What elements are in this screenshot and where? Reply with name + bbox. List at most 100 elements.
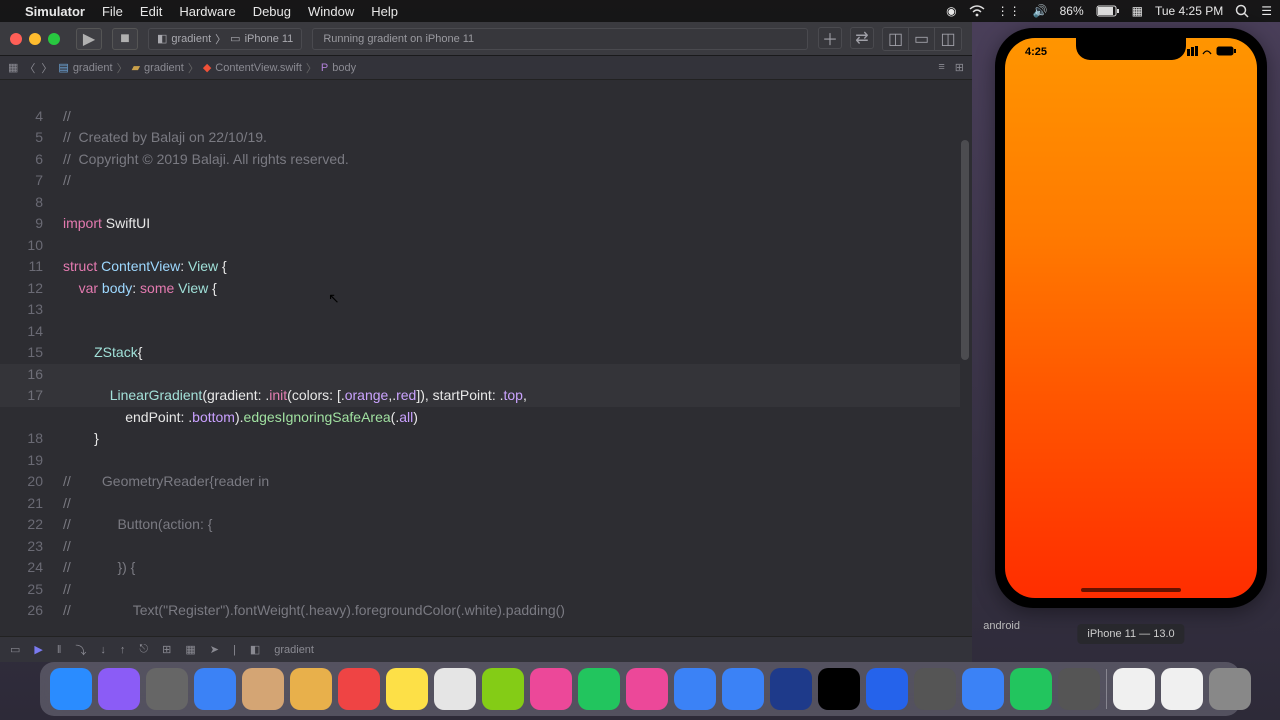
menu-hardware[interactable]: Hardware (179, 4, 235, 19)
toggle-inspector-button[interactable]: ◫ (935, 28, 961, 50)
folder-icon: ▰ (132, 61, 140, 74)
debug-bar: ▭ ▶ ‖ ⤵ ↓ ↑ ⎋ ⊞ ▦ ➤ | ◧ gradient (0, 636, 972, 662)
dock-app-11[interactable] (578, 668, 620, 710)
calendar-menu-icon[interactable]: ▦ (1132, 4, 1143, 18)
dock-app-6[interactable] (338, 668, 380, 710)
dock-app-13[interactable] (674, 668, 716, 710)
editor-options-icon[interactable]: ≡ (938, 61, 944, 74)
crumb-project[interactable]: gradient (73, 62, 113, 74)
step-over-icon[interactable]: ⤵ (75, 642, 86, 658)
menu-debug[interactable]: Debug (253, 4, 291, 19)
debug-target-label: gradient (274, 644, 314, 656)
forward-button[interactable]: 〉 (41, 60, 52, 76)
dock-stack-0[interactable] (1113, 668, 1155, 710)
dock-app-4[interactable] (242, 668, 284, 710)
line-gutter: 4567891011121314151617181920212223242526 (0, 80, 55, 636)
panel-toggle-group: ◫ ▭ ◫ (882, 27, 962, 51)
zoom-icon[interactable] (48, 33, 60, 45)
code-review-button[interactable]: ⇄ (850, 27, 874, 49)
dock-app-20[interactable] (1010, 668, 1052, 710)
scheme-device-label: iPhone 11 (245, 33, 294, 45)
crumb-file[interactable]: ContentView.swift (215, 62, 302, 74)
dock-app-12[interactable] (626, 668, 668, 710)
step-in-icon[interactable]: ↓ (100, 644, 106, 656)
dock-app-18[interactable] (914, 668, 956, 710)
dock-app-17[interactable] (866, 668, 908, 710)
dock-app-1[interactable] (98, 668, 140, 710)
dock[interactable] (40, 662, 1240, 716)
simulator-window[interactable]: 4:25 iPhone 11 — 13.0 (988, 28, 1274, 656)
record-icon[interactable]: ◉ (946, 4, 956, 18)
scheme-app-label: gradient (171, 33, 211, 45)
project-icon: ▤ (58, 61, 68, 74)
vertical-scrollbar[interactable] (961, 140, 969, 360)
menu-clock[interactable]: Tue 4:25 PM (1155, 4, 1223, 18)
pause-icon[interactable]: ‖ (57, 644, 62, 656)
macos-menubar: Simulator File Edit Hardware Debug Windo… (0, 0, 1280, 22)
menu-edit[interactable]: Edit (140, 4, 162, 19)
debug-location-icon[interactable]: ➤ (210, 643, 219, 656)
sim-status-bar: 4:25 (1005, 46, 1257, 58)
stop-button[interactable]: ■ (112, 28, 138, 50)
menu-file[interactable]: File (102, 4, 123, 19)
control-center-icon[interactable]: ☰ (1261, 4, 1272, 18)
dock-app-7[interactable] (386, 668, 428, 710)
dock-app-16[interactable] (818, 668, 860, 710)
add-editor-button[interactable]: ＋ (818, 27, 842, 49)
home-indicator[interactable] (1081, 588, 1181, 592)
app-menu[interactable]: Simulator (25, 4, 85, 19)
dock-stack-1[interactable] (1161, 668, 1203, 710)
dock-app-8[interactable] (434, 668, 476, 710)
crumb-symbol[interactable]: body (332, 62, 356, 74)
menu-window[interactable]: Window (308, 4, 354, 19)
dock-app-5[interactable] (290, 668, 332, 710)
toggle-debug-button[interactable]: ▭ (909, 28, 935, 50)
continue-icon[interactable]: ▶ (34, 643, 42, 656)
window-controls[interactable] (10, 33, 60, 45)
dock-app-9[interactable] (482, 668, 524, 710)
close-icon[interactable] (10, 33, 22, 45)
related-items-icon[interactable]: ▦ (8, 61, 18, 74)
spotlight-icon[interactable] (1235, 4, 1249, 18)
menu-help[interactable]: Help (371, 4, 398, 19)
dock-app-3[interactable] (194, 668, 236, 710)
dock-app-14[interactable] (722, 668, 764, 710)
status-text: Running gradient on iPhone 11 (323, 33, 474, 45)
dock-stack-2[interactable] (1209, 668, 1251, 710)
minimize-icon[interactable] (29, 33, 41, 45)
target-icon: ◧ (250, 643, 260, 656)
activity-status: Running gradient on iPhone 11 (312, 28, 808, 50)
crumb-folder[interactable]: gradient (144, 62, 184, 74)
dock-app-21[interactable] (1058, 668, 1100, 710)
toggle-navigator-button[interactable]: ◫ (883, 28, 909, 50)
dock-app-0[interactable] (50, 668, 92, 710)
wifi-icon[interactable] (969, 5, 985, 17)
run-button[interactable]: ▶ (76, 28, 102, 50)
simulator-device-label: iPhone 11 — 13.0 (1077, 624, 1184, 644)
jump-bar[interactable]: ▦ 〈 〉 ▤ gradient 〉 ▰ gradient 〉 ◆ Conten… (0, 56, 972, 80)
spacer-icon: ⋮⋮ (997, 4, 1021, 18)
dock-app-10[interactable] (530, 668, 572, 710)
sim-status-icons (1187, 46, 1237, 58)
iphone-frame: 4:25 iPhone 11 — 13.0 (995, 28, 1267, 608)
swift-file-icon: ◆ (203, 61, 211, 74)
debug-memory-icon[interactable]: ⊞ (162, 643, 171, 656)
back-button[interactable]: 〈 (24, 60, 35, 76)
debug-view-icon[interactable]: ⎋ (139, 643, 148, 656)
debug-ui-icon[interactable]: ▦ (185, 643, 195, 656)
property-icon: P (321, 62, 328, 74)
add-editor-icon[interactable]: ⊞ (955, 61, 964, 74)
breadcrumb[interactable]: ▤ gradient 〉 ▰ gradient 〉 ◆ ContentView.… (58, 60, 356, 76)
simulator-screen[interactable]: 4:25 (1005, 38, 1257, 598)
dock-app-2[interactable] (146, 668, 188, 710)
code-editor[interactable]: 4567891011121314151617181920212223242526… (0, 80, 972, 636)
scheme-selector[interactable]: ◧ gradient 〉 ▭ iPhone 11 (148, 28, 302, 50)
dock-app-15[interactable] (770, 668, 812, 710)
step-out-icon[interactable]: ↑ (120, 644, 126, 656)
volume-icon[interactable]: 🔊 (1033, 4, 1048, 18)
toggle-breakpoints-icon[interactable]: ▭ (10, 643, 20, 656)
battery-icon[interactable] (1096, 5, 1120, 17)
dock-app-19[interactable] (962, 668, 1004, 710)
xcode-window: ▶ ■ ◧ gradient 〉 ▭ iPhone 11 Running gra… (0, 22, 972, 662)
code-area[interactable]: //// Created by Balaji on 22/10/19.// Co… (55, 80, 972, 636)
